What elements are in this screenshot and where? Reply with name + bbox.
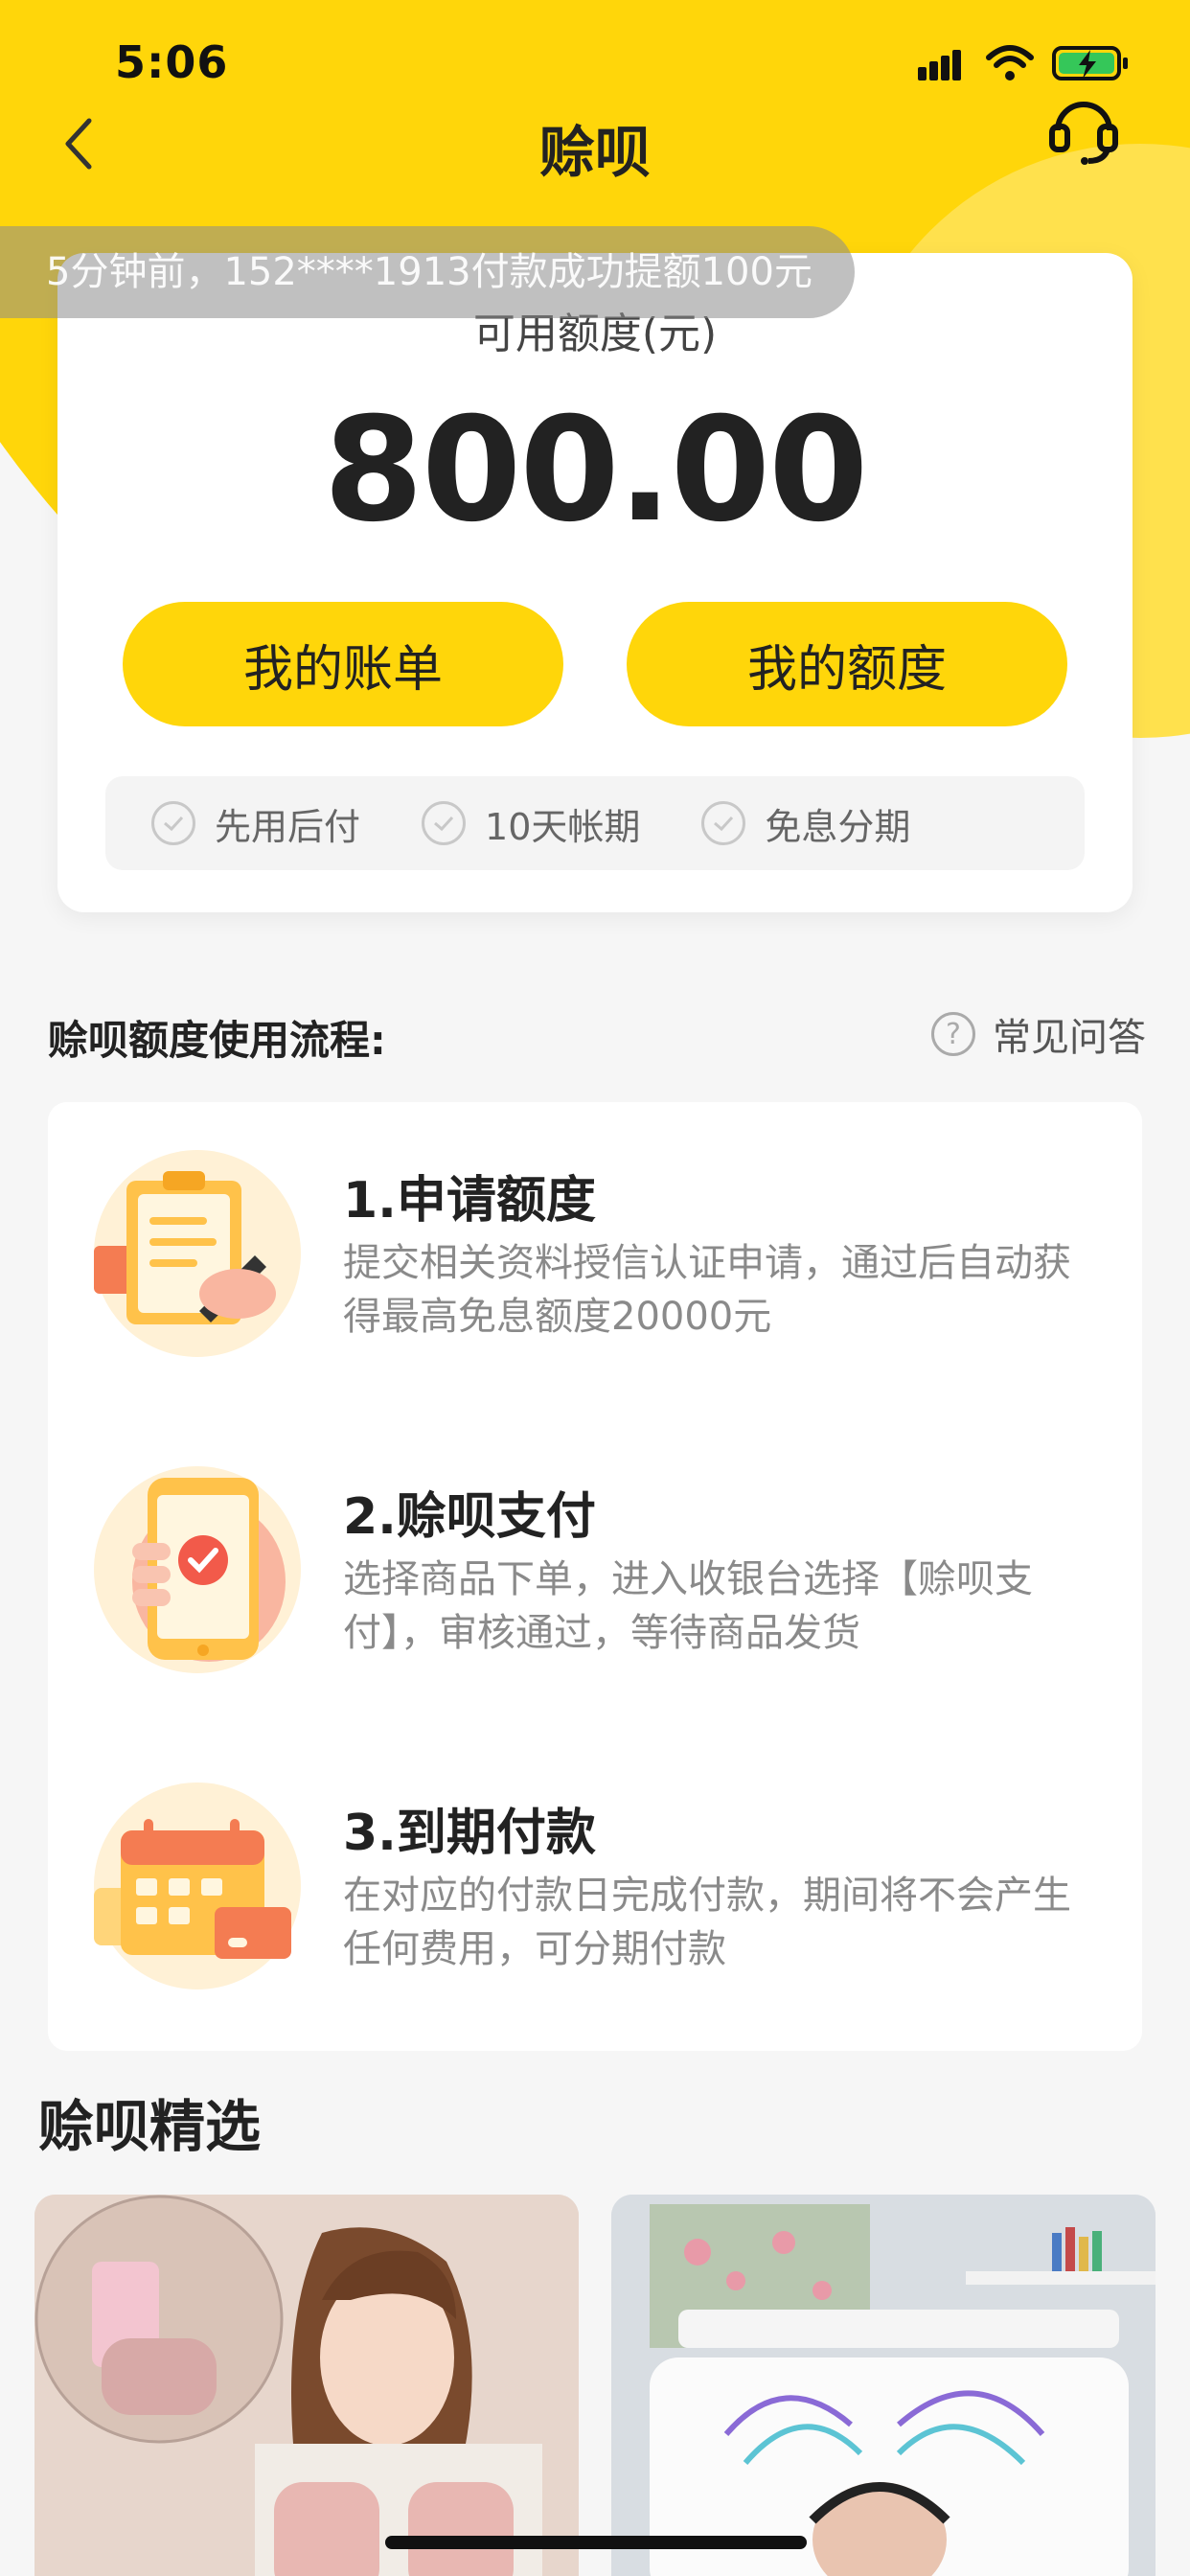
check-circle-icon xyxy=(151,801,195,845)
question-icon: ? xyxy=(931,1012,975,1056)
step-title: 2.赊呗支付 xyxy=(343,1488,596,1546)
process-section-title: 赊呗额度使用流程: xyxy=(48,1017,386,1064)
feature-item: 免息分期 xyxy=(701,797,910,850)
check-circle-icon xyxy=(422,801,467,845)
faq-label: 常见问答 xyxy=(993,1016,1146,1060)
step-description: 在对应的付款日完成付款，期间将不会产生任何费用，可分期付款 xyxy=(343,1874,1071,1971)
cellular-signal-icon xyxy=(918,50,970,80)
phone-check-icon xyxy=(94,1466,301,1673)
step-description: 选择商品下单，进入收银台选择【赊呗支付】，审核通过，等待商品发货 xyxy=(343,1557,1033,1655)
step-title: 3.到期付款 xyxy=(343,1805,596,1862)
process-card: 1.申请额度 提交相关资料授信认证申请，通过后自动获得最高免息额度20000元 … xyxy=(48,1102,1142,2051)
feature-item: 先用后付 xyxy=(151,797,360,850)
step-description: 提交相关资料授信认证申请，通过后自动获得最高免息额度20000元 xyxy=(343,1241,1071,1339)
process-step: 3.到期付款 在对应的付款日完成付款，期间将不会产生任何费用，可分期付款 xyxy=(48,1735,1142,2051)
credit-card: 可用额度(元) 800.00 我的账单 我的额度 先用后付 10天帐期 免息分期 xyxy=(57,253,1133,912)
process-step: 2.赊呗支付 选择商品下单，进入收银台选择【赊呗支付】，审核通过，等待商品发货 xyxy=(48,1418,1142,1735)
gloves-product-image xyxy=(34,2195,579,2576)
status-bar: 5:06 xyxy=(0,0,1190,126)
chevron-left-icon xyxy=(65,118,92,170)
my-bill-button[interactable]: 我的账单 xyxy=(123,602,563,726)
check-circle-icon xyxy=(701,801,746,845)
feature-label: 10天帐期 xyxy=(485,805,641,848)
step-title: 1.申请额度 xyxy=(343,1172,596,1230)
product-card-pillow[interactable] xyxy=(611,2195,1156,2576)
faq-link[interactable]: ? 常见问答 xyxy=(931,1006,1146,1062)
status-time: 5:06 xyxy=(115,36,229,88)
feature-item: 10天帐期 xyxy=(422,797,640,850)
feature-label: 免息分期 xyxy=(765,805,911,848)
product-card-gloves[interactable] xyxy=(34,2195,579,2576)
battery-icon xyxy=(1052,46,1128,80)
wifi-icon xyxy=(986,45,1034,80)
my-quota-button[interactable]: 我的额度 xyxy=(627,602,1067,726)
back-button[interactable] xyxy=(50,105,107,182)
calendar-card-icon xyxy=(94,1782,301,1990)
process-step: 1.申请额度 提交相关资料授信认证申请，通过后自动获得最高免息额度20000元 xyxy=(48,1102,1142,1418)
available-credit-amount: 800.00 xyxy=(323,387,869,554)
pillow-product-image xyxy=(611,2195,1156,2576)
payment-toast: 5分钟前，152****1913付款成功提额100元 xyxy=(0,226,855,318)
feature-label: 先用后付 xyxy=(215,805,361,848)
customer-service-button[interactable] xyxy=(1044,88,1123,167)
home-indicator xyxy=(385,2536,807,2549)
feature-bar: 先用后付 10天帐期 免息分期 xyxy=(105,776,1085,870)
headset-icon xyxy=(1049,102,1118,165)
clipboard-pen-icon xyxy=(94,1150,301,1357)
picks-section-title: 赊呗精选 xyxy=(38,2094,262,2159)
